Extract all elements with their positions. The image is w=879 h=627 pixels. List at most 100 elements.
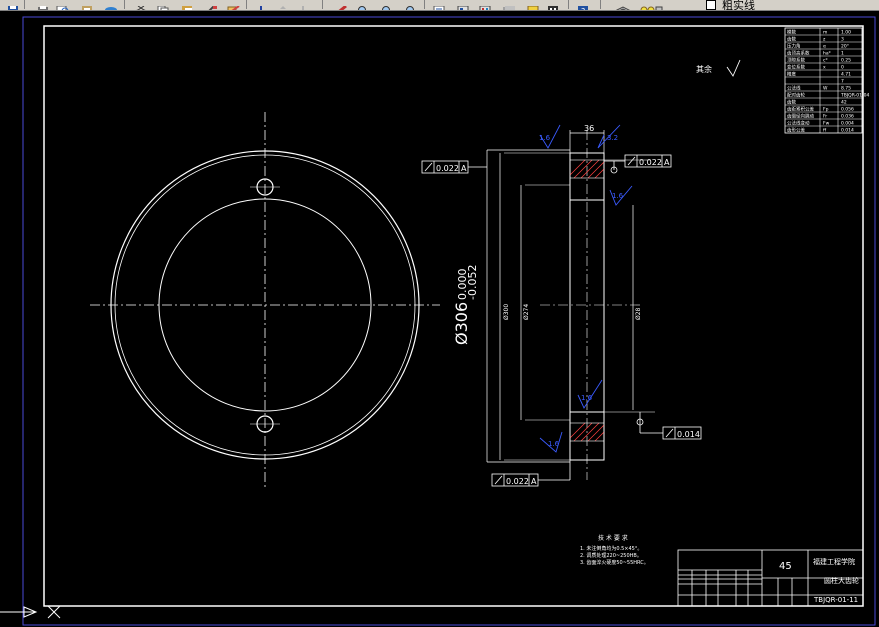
param-table-cell: W bbox=[823, 86, 828, 92]
help-icon[interactable]: ? bbox=[576, 0, 590, 10]
pan-icon[interactable] bbox=[296, 0, 310, 10]
tech-requirements: 技 术 要 求 1. 未注倒角均为0.5×45°。 2. 调质处理220~250… bbox=[580, 534, 649, 566]
roughness-other-label: 其余 bbox=[696, 64, 712, 74]
publish-icon[interactable] bbox=[80, 0, 94, 10]
outer-sheet-border bbox=[22, 16, 876, 626]
gdt-datum: A bbox=[664, 158, 670, 167]
roughness-value: 1.6 bbox=[548, 440, 560, 448]
roughness-value: 1.6 bbox=[612, 192, 624, 200]
drawing-canvas[interactable]: 36 Ø306 0.000 -0.052 Ø300 Ø274 Ø28 0.022… bbox=[0, 10, 879, 627]
zoom-previous-icon[interactable] bbox=[380, 0, 394, 10]
tech-item: 1. 未注倒角均为0.5×45°。 bbox=[580, 545, 642, 552]
toolbar-separator bbox=[600, 0, 601, 9]
properties-icon[interactable] bbox=[432, 0, 446, 10]
param-table-cell: 0.25 bbox=[841, 58, 851, 64]
save-icon[interactable] bbox=[6, 0, 20, 10]
width-dim: 36 bbox=[584, 124, 594, 133]
param-table-cell: 3 bbox=[841, 37, 844, 43]
param-table-cell: 20° bbox=[841, 44, 849, 50]
gdt-value: 0.022 bbox=[506, 477, 529, 486]
param-table-cell: Fw bbox=[823, 121, 830, 127]
roughness-values: 1.6 3.2 1.6 1.6 1.6 bbox=[539, 134, 624, 448]
ucs-icon bbox=[0, 605, 61, 619]
inner-dim-1: Ø300 bbox=[503, 304, 510, 320]
drawing-number-label: TBJQR-01-11 bbox=[813, 596, 858, 604]
zoom-window-icon[interactable] bbox=[356, 0, 370, 10]
toolbar-separator bbox=[568, 0, 569, 9]
tech-item: 3. 齿面淬火硬度50~55HRC。 bbox=[580, 559, 649, 566]
roughness-value: 3.2 bbox=[607, 134, 618, 142]
gdt-datum: A bbox=[531, 477, 537, 486]
param-table-cell: 压力角 bbox=[787, 43, 801, 50]
toolbar-separator bbox=[424, 0, 425, 9]
print-icon[interactable] bbox=[36, 0, 50, 10]
param-table-cell: 公法线 bbox=[787, 85, 801, 92]
inner-dim-2: Ø274 bbox=[523, 304, 530, 320]
designcenter-icon[interactable] bbox=[456, 0, 470, 10]
param-table-cell: 0 bbox=[841, 65, 844, 71]
param-table-cell: 齿数 bbox=[787, 99, 796, 106]
toolbar-separator bbox=[322, 0, 323, 9]
tol-lower: -0.052 bbox=[466, 265, 479, 300]
layer-state-icon[interactable] bbox=[640, 0, 663, 10]
tech-item: 2. 调质处理220~250HB。 bbox=[580, 552, 642, 559]
param-table-cell: 公法线变动 bbox=[787, 120, 810, 127]
param-table-cell: 1.00 bbox=[841, 30, 851, 36]
roughness-value: 1.6 bbox=[581, 394, 593, 402]
param-table-cell: 7 bbox=[841, 79, 844, 85]
school-label: 福建工程学院 bbox=[813, 557, 855, 566]
param-table-cell: 齿形公差 bbox=[787, 127, 805, 134]
toolbar-separator bbox=[124, 0, 125, 9]
roughness-symbols bbox=[539, 124, 633, 453]
toolbar-separator bbox=[246, 0, 247, 9]
gear-parameter-table: 模数 m 1.00齿数 z 3压力角 α 20°齿顶高系数 ha* 1顶隙系数 c* 0.25变位系… bbox=[784, 27, 869, 134]
part-name-label: 圆柱大齿轮 bbox=[824, 576, 859, 585]
gdt-value: 0.022 bbox=[436, 164, 459, 173]
paste-icon[interactable] bbox=[180, 0, 194, 10]
param-table-cell: 0.014 bbox=[841, 128, 854, 134]
param-table-cell: 0.036 bbox=[841, 114, 854, 120]
param-table-cell: 齿顶高系数 bbox=[787, 50, 810, 57]
param-table-cell: c* bbox=[823, 58, 828, 64]
copy-icon[interactable] bbox=[156, 0, 170, 10]
param-table-cell: TBJQR-01-04 bbox=[840, 93, 869, 99]
layer-color-swatch[interactable] bbox=[706, 0, 716, 10]
gdt-value: 0.022 bbox=[639, 158, 662, 167]
gdt-value: 0.014 bbox=[677, 430, 700, 439]
param-table-cell: 1 bbox=[841, 51, 844, 57]
undo-icon[interactable] bbox=[254, 0, 268, 10]
gdt-datum: A bbox=[461, 164, 467, 173]
preview-icon[interactable] bbox=[56, 0, 70, 10]
roughness-other-symbol bbox=[726, 59, 741, 77]
matchprop-icon[interactable] bbox=[204, 0, 218, 10]
param-table-cell: 变位系数 bbox=[787, 64, 805, 71]
markup-icon[interactable] bbox=[526, 0, 540, 10]
toolpalette-icon[interactable] bbox=[478, 0, 492, 10]
zoom-extents-icon[interactable] bbox=[404, 0, 418, 10]
param-table-cell: Fp bbox=[823, 107, 829, 113]
cut-icon[interactable] bbox=[134, 0, 148, 10]
layer-manager-icon[interactable] bbox=[615, 0, 631, 10]
param-table-cell: 42 bbox=[841, 100, 847, 106]
param-table-cell: 齿数 bbox=[787, 36, 796, 43]
param-table-cell: 齿圈径向跳动 bbox=[787, 113, 814, 120]
front-view bbox=[90, 112, 440, 490]
toolbar-separator bbox=[24, 0, 25, 9]
bore-dim: Ø28 bbox=[635, 307, 642, 320]
param-table-cell: 0.004 bbox=[841, 121, 854, 127]
param-table-cell: 8.75 bbox=[841, 86, 851, 92]
plot-icon[interactable] bbox=[104, 0, 118, 10]
sheetset-icon[interactable] bbox=[502, 0, 516, 10]
blockedit-icon[interactable] bbox=[226, 0, 240, 10]
redo-icon[interactable] bbox=[276, 0, 290, 9]
param-table-cell: 齿距累积公差 bbox=[787, 106, 814, 113]
dimension-texts: 36 Ø306 0.000 -0.052 Ø300 Ø274 Ø28 bbox=[452, 124, 642, 345]
material-label: 45 bbox=[779, 561, 792, 572]
tech-title: 技 术 要 求 bbox=[598, 534, 628, 542]
param-table-cell: 顶隙系数 bbox=[787, 57, 805, 64]
zoom-realtime-icon[interactable] bbox=[334, 0, 348, 10]
calculator-icon[interactable] bbox=[546, 0, 560, 10]
diameter-main: Ø306 bbox=[452, 302, 471, 345]
roughness-value: 1.6 bbox=[539, 134, 551, 142]
param-table-cell: ha* bbox=[823, 51, 832, 57]
